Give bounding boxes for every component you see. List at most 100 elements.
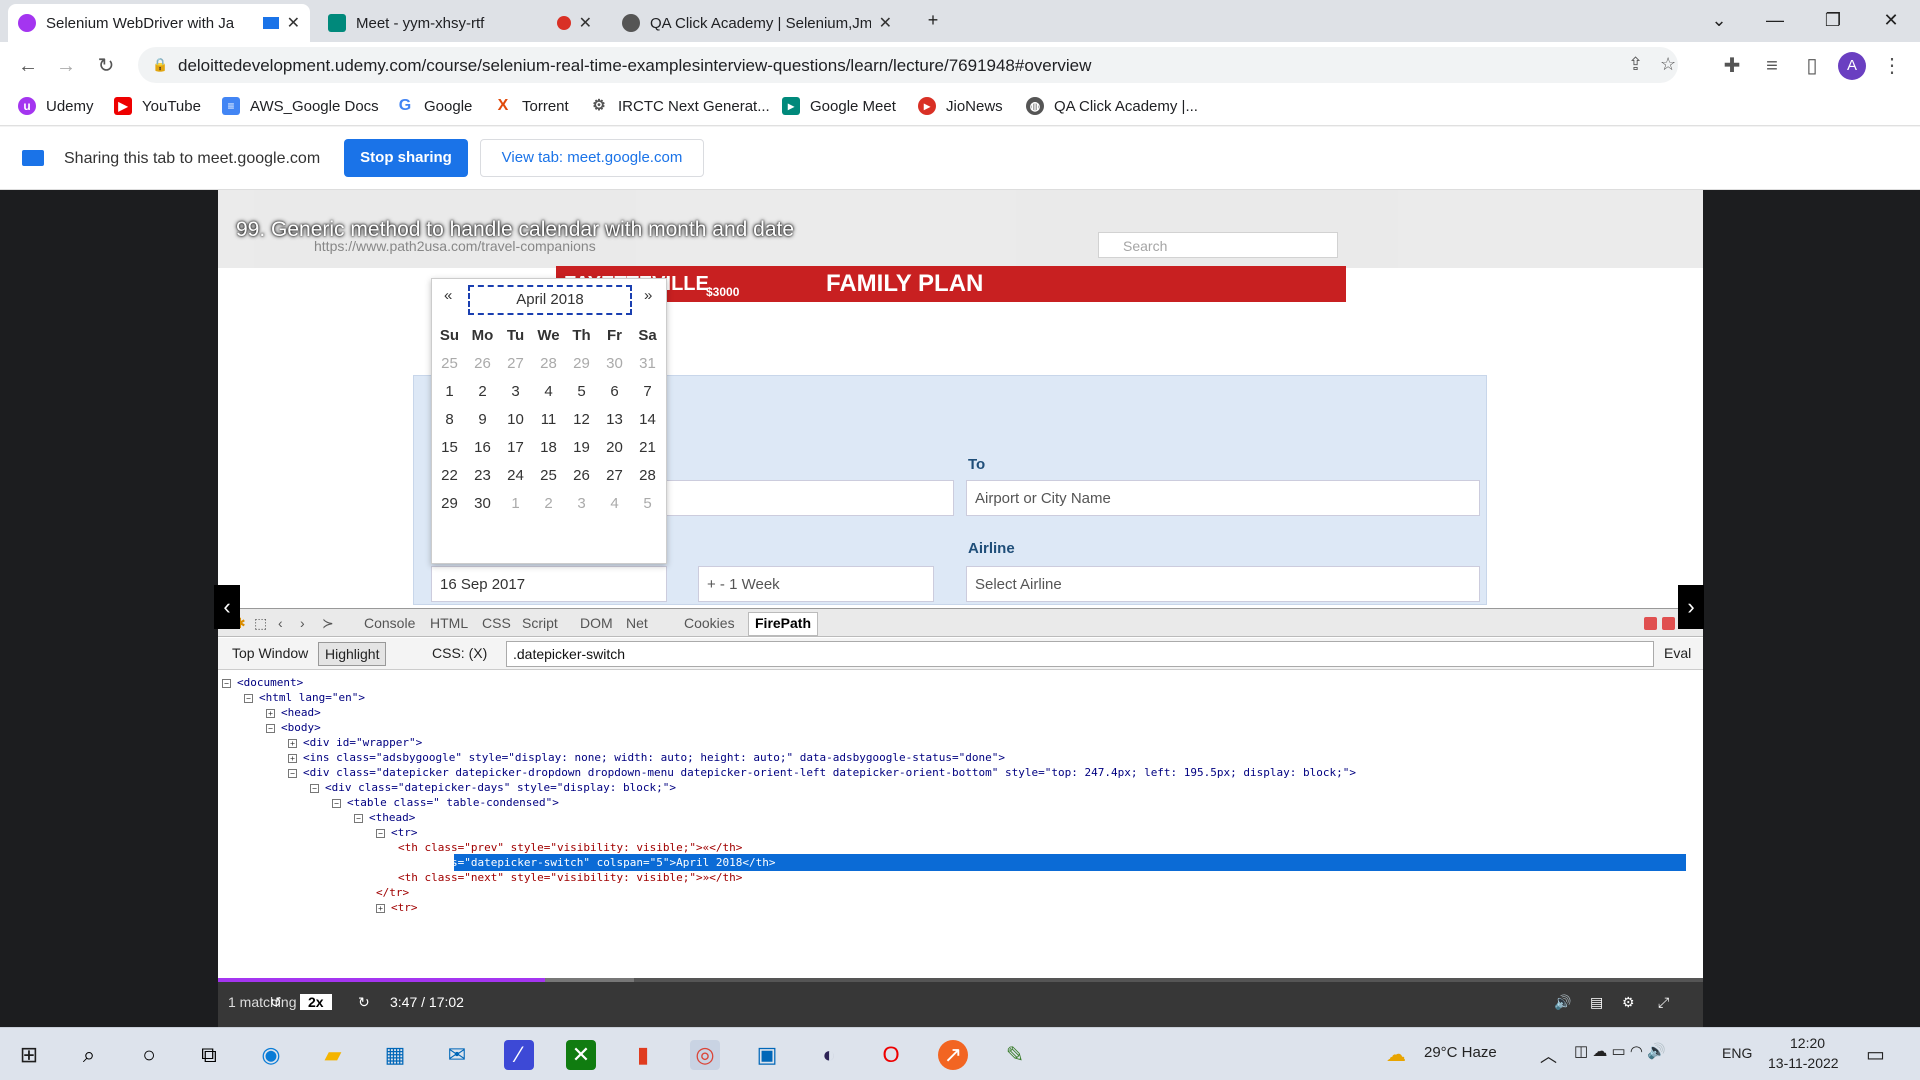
bookmark-label: Google: [424, 97, 473, 115]
datepicker-day: 5: [577, 383, 586, 400]
datepicker-day: 20: [606, 439, 623, 456]
media-icon[interactable]: ≡: [1758, 52, 1786, 80]
previous-lecture-arrow[interactable]: ‹: [214, 585, 240, 629]
close-icon[interactable]: ✕: [879, 13, 892, 33]
clock-date[interactable]: 13-11-2022: [1768, 1055, 1839, 1071]
maximize-button[interactable]: ❐: [1810, 6, 1856, 34]
globe-icon: [622, 14, 640, 32]
view-tab-button[interactable]: View tab: meet.google.com: [480, 139, 704, 177]
devtools-tab-css: CSS: [482, 615, 511, 631]
cortana-icon[interactable]: ○: [134, 1040, 164, 1070]
postman-icon[interactable]: ↗: [938, 1040, 968, 1070]
notifications-icon[interactable]: ▭: [1866, 1042, 1885, 1067]
clock-time[interactable]: 12:20: [1790, 1035, 1825, 1051]
app-window-icon[interactable]: ▣: [752, 1040, 782, 1070]
docs-icon: ≡: [222, 97, 240, 115]
datepicker-day: 6: [610, 383, 619, 400]
bookmark-label: Torrent: [522, 97, 569, 115]
dom-node: </tr>: [376, 885, 409, 901]
language-indicator[interactable]: ENG: [1722, 1045, 1752, 1061]
fullscreen-icon[interactable]: ⤢: [1658, 994, 1669, 1011]
extensions-icon[interactable]: ✚: [1718, 52, 1746, 80]
edge-icon[interactable]: ◉: [256, 1040, 286, 1070]
udemy-icon: u: [18, 97, 36, 115]
dom-node-text: <body>: [281, 721, 321, 734]
top-window-select: Top Window: [232, 645, 309, 661]
close-window-button[interactable]: ✕: [1868, 6, 1914, 34]
datepicker-day: 16: [474, 439, 491, 456]
bookmark-qa-click[interactable]: ◍ QA Click Academy |...: [1026, 97, 1198, 115]
bookmark-google-meet[interactable]: ▸ Google Meet: [782, 97, 896, 115]
share-icon[interactable]: ⇪: [1628, 54, 1643, 75]
video-player[interactable]: https://www.path2usa.com/travel-companio…: [218, 190, 1703, 1027]
to-label: To: [968, 456, 986, 473]
next-lecture-arrow[interactable]: ›: [1678, 585, 1704, 629]
bookmark-google[interactable]: G Google: [396, 97, 473, 115]
mail-icon[interactable]: ✉: [442, 1040, 472, 1070]
datepicker-day: 12: [573, 411, 590, 428]
youtube-icon: ▶: [114, 97, 132, 115]
office-icon[interactable]: ▮: [628, 1040, 658, 1070]
devtools-tab-script: Script: [522, 615, 558, 631]
tab-strip: Selenium WebDriver with Ja ✕ Meet - yym-…: [0, 0, 1920, 42]
bookmark-aws-docs[interactable]: ≡ AWS_Google Docs: [222, 97, 379, 115]
new-tab-button[interactable]: +: [910, 6, 956, 34]
eclipse-icon[interactable]: ◐: [814, 1040, 844, 1070]
profile-avatar[interactable]: A: [1838, 52, 1866, 80]
datepicker: « April 2018 » Su Mo Tu We Th Fr Sa 25 26 27 28 29 3…: [431, 278, 667, 564]
airline-select: Select Airline: [966, 566, 1480, 602]
bookmark-star-icon[interactable]: ☆: [1660, 54, 1676, 75]
bookmark-jionews[interactable]: ▸ JioNews: [918, 97, 1003, 115]
dom-node-text: <div class="datepicker-days" style="disp…: [325, 781, 676, 794]
bookmark-irctc[interactable]: ⚙ IRCTC Next Generat...: [590, 97, 769, 115]
speed-button[interactable]: 2x: [300, 994, 332, 1010]
close-icon[interactable]: ✕: [287, 13, 300, 33]
tab-search-icon[interactable]: ⌄: [1696, 6, 1742, 34]
bookmark-label: AWS_Google Docs: [250, 97, 379, 115]
xbox-icon[interactable]: ✕: [566, 1040, 596, 1070]
datepicker-day: 14: [639, 411, 656, 428]
back-icon[interactable]: ←: [14, 52, 42, 80]
close-icon[interactable]: ✕: [579, 13, 592, 33]
expand-icon: +: [288, 753, 297, 763]
forward-icon[interactable]: ↻: [358, 994, 370, 1011]
datepicker-day: 25: [441, 355, 458, 372]
chrome-icon[interactable]: ◎: [690, 1040, 720, 1070]
file-explorer-icon[interactable]: ▰: [318, 1040, 348, 1070]
tab-qa-click[interactable]: QA Click Academy | Selenium,Jm ✕: [612, 4, 902, 42]
minimize-button[interactable]: —: [1752, 6, 1798, 34]
forward-icon[interactable]: →: [52, 52, 80, 80]
address-bar[interactable]: 🔒 deloittedevelopment.udemy.com/course/s…: [138, 47, 1678, 83]
network-icon[interactable]: ◫ ☁ ▭ ◠ 🔊: [1574, 1042, 1666, 1060]
bookmark-udemy[interactable]: u Udemy: [18, 97, 94, 115]
url-text[interactable]: deloittedevelopment.udemy.com/course/sel…: [178, 56, 1091, 76]
opera-icon[interactable]: O: [876, 1040, 906, 1070]
menu-icon[interactable]: ⋮: [1878, 52, 1906, 80]
devtools-panel: ✱ ⬚ ‹ › ≻ Console HTML CSS Script DOM Ne…: [218, 608, 1703, 1027]
tab-udemy[interactable]: Selenium WebDriver with Ja ✕: [8, 4, 310, 42]
collapse-icon: −: [222, 678, 231, 688]
task-view-icon[interactable]: ⧉: [194, 1040, 224, 1070]
tab-meet[interactable]: Meet - yym-xhsy-rtf ✕: [318, 4, 602, 42]
weather-text[interactable]: 29°C Haze: [1424, 1044, 1497, 1061]
windows-start-icon[interactable]: ⊞: [14, 1040, 44, 1070]
app-icon[interactable]: ⁄: [504, 1040, 534, 1070]
reload-icon[interactable]: ↻: [92, 52, 120, 80]
stop-sharing-button[interactable]: Stop sharing: [344, 139, 468, 177]
volume-icon[interactable]: 🔊: [1554, 994, 1571, 1011]
bookmark-torrent[interactable]: X Torrent: [494, 97, 569, 115]
side-panel-icon[interactable]: ▯: [1798, 52, 1826, 80]
dom-node-text: <th class="next" style="visibility: visi…: [398, 871, 743, 884]
settings-icon[interactable]: ⚙: [1622, 994, 1635, 1011]
datepicker-day: 4: [610, 495, 619, 512]
back-icon: ‹: [278, 615, 283, 631]
captions-icon[interactable]: ▤: [1590, 994, 1603, 1011]
rewind-icon[interactable]: ↺: [270, 994, 282, 1011]
taskbar: ⊞ ⌕ ○ ⧉ ◉ ▰ ▦ ✉ ⁄ ✕ ▮ ◎ ▣ ◐ O ↗ ✎ ☁ 29°C…: [0, 1027, 1920, 1080]
datepicker-day: 23: [474, 467, 491, 484]
store-icon[interactable]: ▦: [380, 1040, 410, 1070]
notepad-icon[interactable]: ✎: [1000, 1040, 1030, 1070]
search-icon[interactable]: ⌕: [74, 1040, 104, 1070]
bookmark-youtube[interactable]: ▶ YouTube: [114, 97, 201, 115]
tray-chevron-icon[interactable]: ︿: [1540, 1042, 1557, 1067]
